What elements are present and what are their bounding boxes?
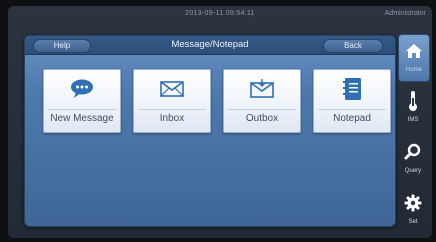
tile-divider: [138, 109, 206, 110]
current-user: Administrator: [384, 10, 426, 17]
new-message-label: New Message: [50, 113, 114, 124]
tile-divider: [318, 109, 386, 110]
sidebar-item-label: Set: [408, 219, 418, 225]
search-icon: [398, 141, 428, 163]
gear-icon: [398, 192, 428, 214]
new-message-button[interactable]: New Message: [43, 69, 121, 133]
panel-header: Help Message/Notepad Back: [25, 36, 395, 55]
outbox-button[interactable]: Outbox: [223, 69, 301, 133]
envelope-out-icon: [224, 76, 300, 102]
datetime-display: 2013-09-11 09:54:11: [185, 10, 255, 17]
side-navigation: Home IMS Query Set: [398, 28, 430, 234]
sidebar-item-label: IMS: [407, 117, 419, 123]
page-title: Message/Notepad: [171, 39, 249, 50]
tile-divider: [228, 109, 296, 110]
tile-divider: [48, 109, 116, 110]
sidebar-item-set[interactable]: Set: [398, 187, 428, 233]
sidebar-item-home[interactable]: Home: [398, 34, 430, 82]
message-notepad-panel: Help Message/Notepad Back New Message In…: [24, 35, 396, 227]
sidebar-item-ims[interactable]: IMS: [398, 85, 428, 131]
thermometer-icon: [398, 90, 428, 112]
sidebar-item-label: Query: [404, 168, 422, 174]
status-bar: 2013-09-11 09:54:11 Administrator: [8, 6, 432, 22]
outbox-label: Outbox: [245, 113, 279, 124]
home-icon: [399, 40, 429, 62]
device-screen: 2013-09-11 09:54:11 Administrator Help M…: [8, 6, 432, 238]
sidebar-item-label: Home: [405, 67, 422, 73]
speech-bubble-icon: [44, 76, 120, 102]
back-button[interactable]: Back: [323, 39, 383, 53]
notepad-button[interactable]: Notepad: [313, 69, 391, 133]
help-button[interactable]: Help: [33, 39, 91, 53]
inbox-button[interactable]: Inbox: [133, 69, 211, 133]
envelope-icon: [134, 76, 210, 102]
sidebar-item-query[interactable]: Query: [398, 136, 428, 182]
notepad-icon: [314, 76, 390, 102]
notepad-label: Notepad: [333, 113, 371, 124]
inbox-label: Inbox: [159, 113, 185, 124]
